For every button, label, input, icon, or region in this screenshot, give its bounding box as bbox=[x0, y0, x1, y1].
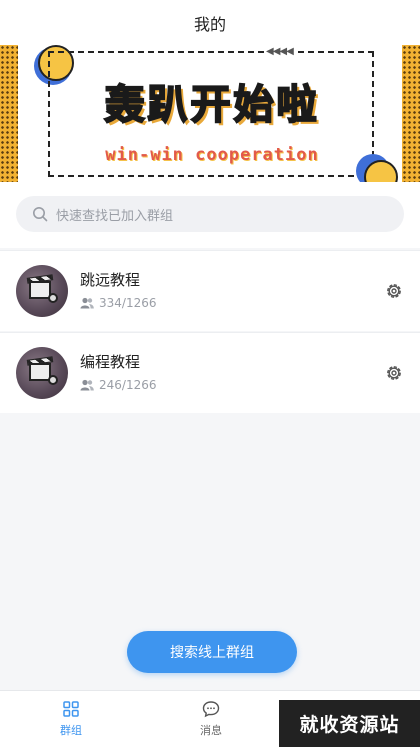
page-title: 我的 bbox=[193, 14, 226, 34]
search-input[interactable]: 快速查找已加入群组 bbox=[16, 196, 404, 232]
tab-groups[interactable]: 群组 bbox=[21, 691, 121, 747]
chat-bubble-icon bbox=[202, 701, 220, 718]
group-name: 编程教程 bbox=[80, 353, 141, 371]
people-icon bbox=[80, 297, 94, 309]
gear-icon[interactable] bbox=[384, 281, 404, 301]
group-name: 跳远教程 bbox=[80, 271, 141, 289]
film-reel-icon bbox=[48, 375, 58, 385]
search-section: 快速查找已加入群组 bbox=[0, 182, 420, 248]
film-reel-icon bbox=[48, 293, 58, 303]
promo-banner[interactable]: ◀◀◀◀ 轰趴开始啦 win-win cooperation bbox=[0, 45, 420, 182]
tab-messages[interactable]: 消息 bbox=[161, 691, 261, 747]
banner-arrows-icon: ◀◀◀◀ bbox=[264, 46, 295, 57]
group-count-text: 246/1266 bbox=[99, 378, 157, 392]
banner-dots-left bbox=[0, 45, 18, 182]
search-online-groups-button[interactable]: 搜索线上群组 bbox=[127, 631, 297, 673]
group-member-count: 334/1266 bbox=[80, 296, 157, 310]
banner-dots-right bbox=[402, 45, 420, 182]
search-icon bbox=[33, 207, 48, 222]
group-member-count: 246/1266 bbox=[80, 378, 157, 392]
group-count-text: 334/1266 bbox=[99, 296, 157, 310]
watermark-badge: 就收资源站 bbox=[279, 700, 420, 747]
people-icon bbox=[80, 379, 94, 391]
search-placeholder: 快速查找已加入群组 bbox=[56, 208, 174, 224]
banner-circle-decoration bbox=[364, 160, 398, 182]
tab-label: 群组 bbox=[60, 724, 82, 737]
group-item[interactable]: 跳远教程 334/1266 bbox=[0, 250, 420, 331]
group-avatar bbox=[16, 347, 68, 399]
tab-label: 消息 bbox=[200, 724, 222, 737]
group-item[interactable]: 编程教程 246/1266 bbox=[0, 332, 420, 413]
top-bar: 我的 bbox=[0, 0, 420, 45]
group-avatar bbox=[16, 265, 68, 317]
gear-icon[interactable] bbox=[384, 363, 404, 383]
grid-icon bbox=[63, 701, 79, 717]
banner-subline: win-win cooperation bbox=[105, 145, 319, 165]
banner-headline: 轰趴开始啦 bbox=[104, 81, 320, 129]
